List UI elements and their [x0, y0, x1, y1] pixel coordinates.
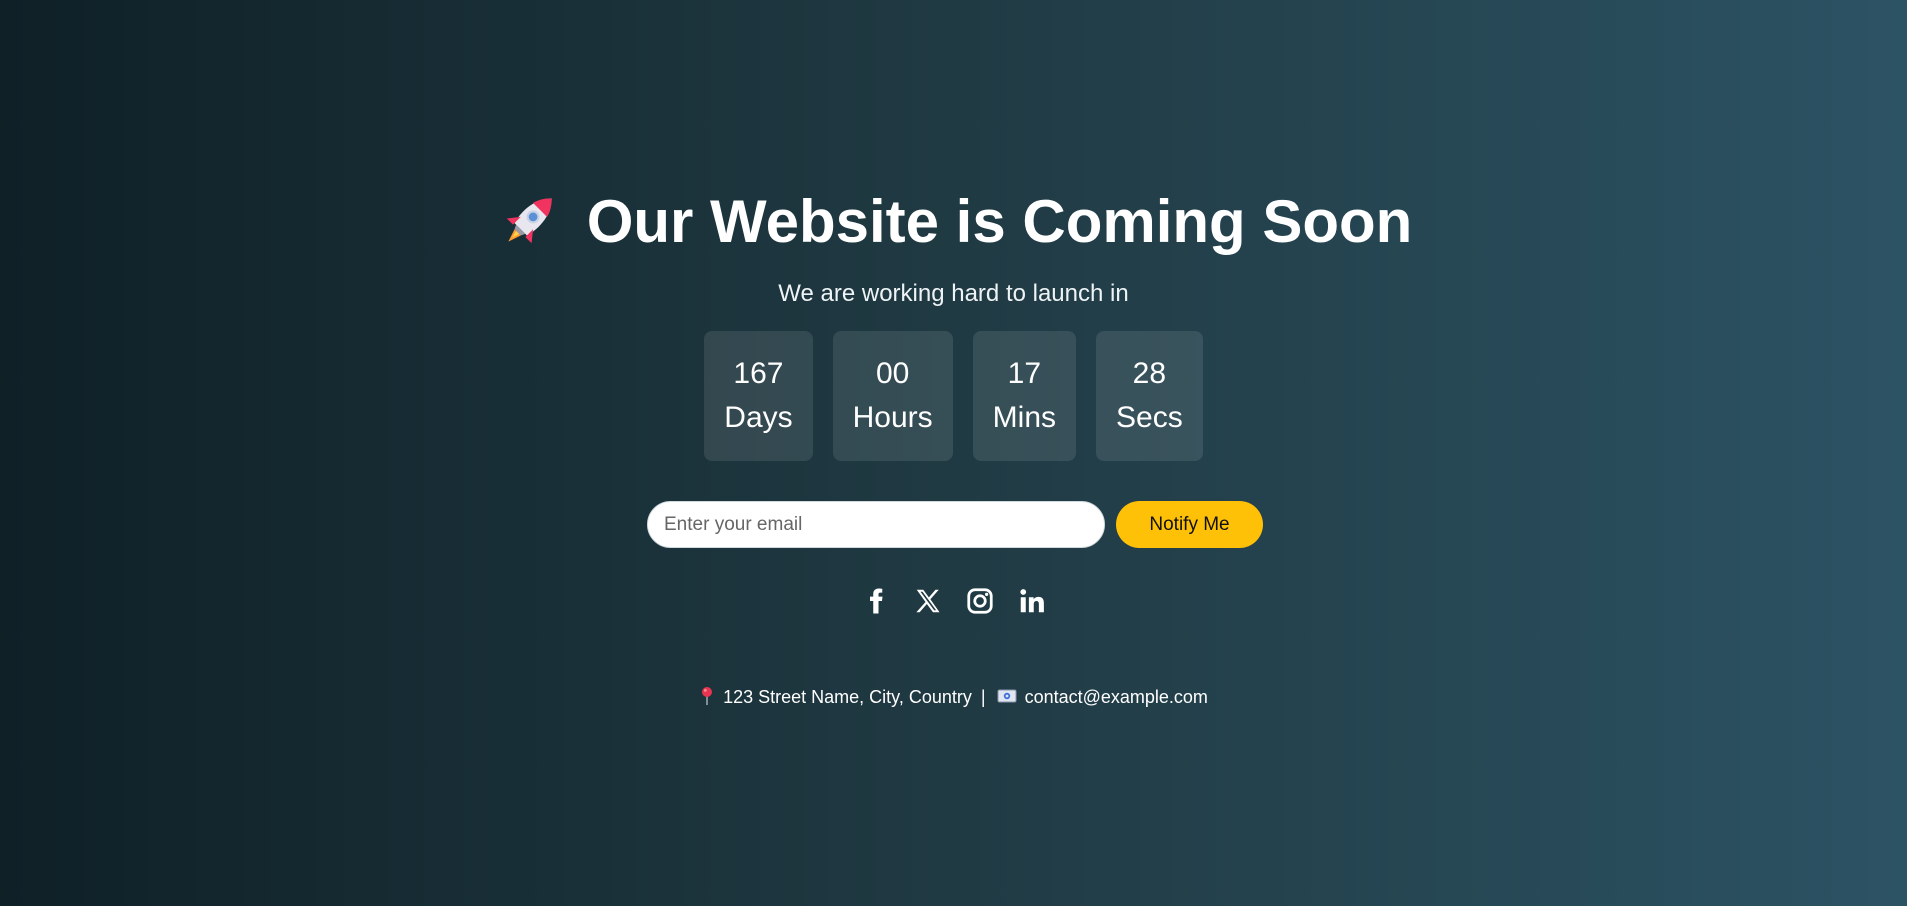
countdown-value: 17 — [1007, 357, 1042, 390]
instagram-icon — [966, 588, 993, 614]
countdown: 167 Days 00 Hours 17 Mins 28 Secs — [0, 331, 1907, 461]
countdown-value: 00 — [875, 357, 910, 390]
instagram-link[interactable] — [965, 586, 995, 616]
countdown-mins: 17 Mins — [972, 331, 1077, 461]
countdown-days: 167 Days — [704, 331, 813, 461]
countdown-label: Hours — [852, 401, 933, 434]
social-links — [0, 586, 1907, 616]
pin-icon — [702, 687, 713, 706]
countdown-label: Days — [724, 401, 793, 434]
x-twitter-icon — [915, 589, 939, 613]
countdown-hours: 00 Hours — [832, 331, 953, 461]
countdown-label: Secs — [1116, 401, 1183, 434]
x-twitter-link[interactable] — [913, 586, 943, 616]
page-title-text: Our Website is Coming Soon — [586, 188, 1413, 255]
rocket-icon — [506, 198, 552, 244]
facebook-link[interactable] — [861, 586, 891, 616]
email-icon — [997, 689, 1017, 703]
coming-soon-page: Our Website is Coming Soon We are workin… — [0, 0, 1907, 906]
countdown-label: Mins — [992, 401, 1057, 434]
footer-separator: | — [980, 687, 986, 707]
email-field[interactable] — [647, 501, 1105, 548]
contact-email-link[interactable]: contact@example.com — [1025, 687, 1208, 707]
notify-me-button[interactable]: Notify Me — [1116, 501, 1263, 548]
countdown-value: 28 — [1132, 357, 1167, 390]
linkedin-link[interactable] — [1017, 586, 1047, 616]
contact-address: 123 Street Name, City, Country — [723, 687, 972, 707]
subscribe-form: Notify Me — [647, 501, 1263, 548]
page-subtitle: We are working hard to launch in — [778, 280, 1129, 307]
contact-footer: 123 Street Name, City, Country | contact… — [0, 684, 1907, 710]
facebook-icon — [869, 588, 882, 614]
countdown-value: 167 — [733, 357, 784, 390]
countdown-secs: 28 Secs — [1096, 331, 1203, 461]
linkedin-icon — [1019, 589, 1044, 613]
page-title: Our Website is Coming Soon — [0, 184, 1907, 261]
